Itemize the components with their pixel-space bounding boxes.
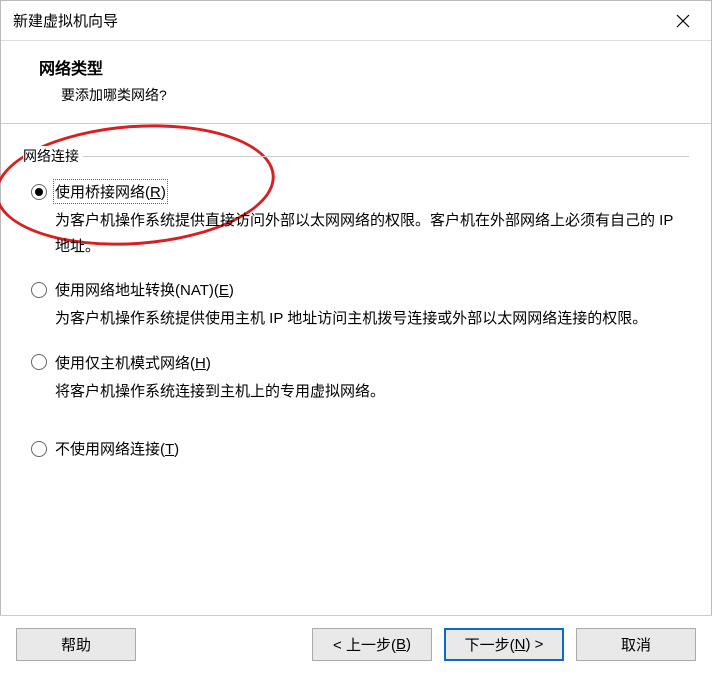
radio-row[interactable]: 使用桥接网络(R) <box>31 181 681 202</box>
next-button[interactable]: 下一步(N) > <box>444 628 564 661</box>
close-button[interactable] <box>667 5 699 37</box>
network-connection-group: 网络连接 使用桥接网络(R) 为客户机操作系统提供直接访问外部以太网网络的权限。… <box>23 156 689 459</box>
radio-row[interactable]: 使用网络地址转换(NAT)(E) <box>31 279 681 300</box>
radio-label-hostonly: 使用仅主机模式网络(H) <box>55 352 211 373</box>
radio-row[interactable]: 使用仅主机模式网络(H) <box>31 352 681 373</box>
radio-label-nat: 使用网络地址转换(NAT)(E) <box>55 279 234 300</box>
cancel-button[interactable]: 取消 <box>576 628 696 661</box>
group-legend: 网络连接 <box>23 146 83 166</box>
option-none[interactable]: 不使用网络连接(T) <box>31 438 681 459</box>
radio-icon <box>31 441 47 457</box>
titlebar: 新建虚拟机向导 <box>1 1 711 41</box>
wizard-header: 网络类型 要添加哪类网络? <box>1 41 711 124</box>
help-button[interactable]: 帮助 <box>16 628 136 661</box>
radio-desc-hostonly: 将客户机操作系统连接到主机上的专用虚拟网络。 <box>55 379 681 405</box>
radio-icon <box>31 282 47 298</box>
button-bar: 帮助 < 上一步(B) 下一步(N) > 取消 <box>0 615 712 673</box>
window-title: 新建虚拟机向导 <box>13 10 118 31</box>
radio-desc-bridge: 为客户机操作系统提供直接访问外部以太网网络的权限。客户机在外部网络上必须有自己的… <box>55 208 681 259</box>
radio-icon <box>31 184 47 200</box>
option-bridge[interactable]: 使用桥接网络(R) 为客户机操作系统提供直接访问外部以太网网络的权限。客户机在外… <box>31 181 681 259</box>
back-button[interactable]: < 上一步(B) <box>312 628 432 661</box>
option-hostonly[interactable]: 使用仅主机模式网络(H) 将客户机操作系统连接到主机上的专用虚拟网络。 <box>31 352 681 405</box>
page-subtitle: 要添加哪类网络? <box>61 85 687 105</box>
radio-icon <box>31 354 47 370</box>
content-area: 网络连接 使用桥接网络(R) 为客户机操作系统提供直接访问外部以太网网络的权限。… <box>1 124 711 614</box>
option-nat[interactable]: 使用网络地址转换(NAT)(E) 为客户机操作系统提供使用主机 IP 地址访问主… <box>31 279 681 332</box>
close-icon <box>676 14 690 28</box>
radio-label-none: 不使用网络连接(T) <box>55 438 179 459</box>
page-title: 网络类型 <box>39 55 687 79</box>
radio-label-bridge: 使用桥接网络(R) <box>55 181 166 202</box>
radio-row[interactable]: 不使用网络连接(T) <box>31 438 681 459</box>
radio-desc-nat: 为客户机操作系统提供使用主机 IP 地址访问主机拨号连接或外部以太网网络连接的权… <box>55 306 681 332</box>
